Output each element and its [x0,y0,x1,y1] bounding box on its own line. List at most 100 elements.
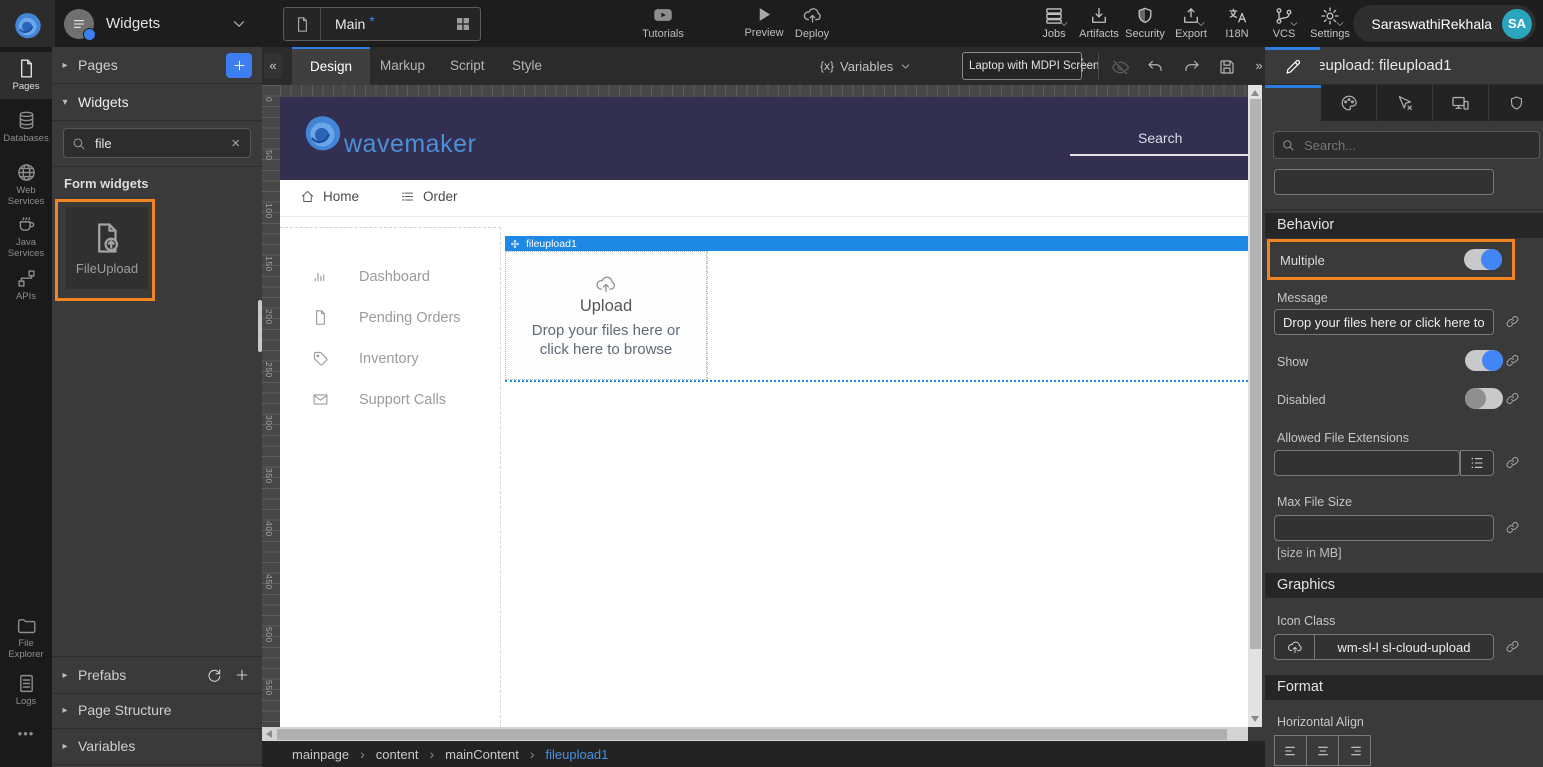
pages-icon [16,58,37,79]
scroll-left-arrow[interactable] [266,730,272,738]
menu-item-inventory[interactable]: Inventory [312,350,419,367]
pages-section-header[interactable]: ▸ Pages [52,47,262,84]
bind-icon-class-icon[interactable] [1505,639,1520,654]
tab-style[interactable]: Style [494,47,560,85]
tab-script[interactable]: Script [432,47,503,85]
menu-item-dashboard[interactable]: Dashboard [312,268,430,285]
variables-button[interactable]: {x} Variables [820,47,912,85]
tab-security[interactable] [1489,85,1543,121]
save-button[interactable] [1214,54,1240,80]
widget-search-input[interactable] [93,135,221,152]
icon-class-input[interactable] [1314,634,1494,660]
tab-properties[interactable] [1265,47,1320,83]
bind-max-size-icon[interactable] [1505,520,1520,535]
redo-button[interactable] [1179,54,1205,80]
export-button[interactable]: Export [1165,6,1217,40]
brand-text: wavemaker [344,130,476,159]
variables-section-header[interactable]: ▸ Variables [52,728,262,765]
breadcrumb-item-active[interactable]: fileupload1 [546,747,609,762]
user-menu[interactable]: SaraswathiRekhala SA [1353,5,1536,42]
canvas-vertical-scrollbar[interactable] [1248,85,1262,727]
breadcrumb-item[interactable]: content [376,747,419,762]
tab-devices[interactable] [1433,85,1488,121]
message-input[interactable] [1274,309,1494,335]
rail-item-databases[interactable]: Databases [0,104,52,151]
scroll-up-arrow[interactable] [1251,90,1259,96]
tab-markup[interactable]: Markup [362,47,443,85]
allowed-extensions-input[interactable] [1274,450,1460,476]
more-options-kebab[interactable]: ⋮ [1074,51,1090,81]
deploy-button[interactable]: Deploy [782,5,842,40]
rail-item-apis[interactable]: APIs [0,262,52,309]
scrollbar-thumb[interactable] [277,729,1227,740]
scroll-down-arrow[interactable] [1251,716,1259,722]
canvas-nav-home[interactable]: Home [300,189,359,204]
canvas-nav-search[interactable]: Search [1138,130,1182,146]
refresh-prefabs-icon[interactable] [206,667,222,683]
artifacts-button[interactable]: Artifacts [1073,6,1125,40]
widgets-menu[interactable]: Widgets [64,0,248,47]
show-toggle[interactable] [1465,350,1503,371]
widgets-section-header[interactable]: ▾ Widgets [52,84,262,121]
bind-message-icon[interactable] [1505,314,1520,329]
fileupload-dropzone[interactable]: Upload Drop your files here or click her… [505,251,707,380]
pages-grid-button[interactable] [446,8,480,40]
i18n-button[interactable]: I18N [1211,6,1263,40]
canvas-horizontal-scrollbar[interactable] [262,727,1248,741]
scrollbar-thumb[interactable] [1250,99,1261,649]
clear-search-icon[interactable]: × [221,135,250,152]
dashboard-icon [312,268,329,285]
tutorials-button[interactable]: Tutorials [633,5,693,40]
tab-design[interactable]: Design [292,47,370,87]
page-structure-section-header[interactable]: ▸ Page Structure [52,692,262,729]
undo-button[interactable] [1142,54,1168,80]
bind-extensions-icon[interactable] [1505,455,1520,470]
tab-styles[interactable] [1321,85,1376,121]
rail-item-logs[interactable]: Logs [0,667,52,714]
widget-tile-fileupload[interactable]: FileUpload [66,207,148,289]
settings-button[interactable]: Settings [1304,6,1356,40]
bind-disabled-icon[interactable] [1505,391,1520,406]
design-canvas[interactable]: wavemaker Search Home Order Dashboard Pe… [280,97,1248,727]
align-center-button[interactable] [1307,735,1339,766]
page-tab-main[interactable]: Main * [283,7,481,41]
extensions-list-button[interactable] [1460,450,1494,476]
bind-show-icon[interactable] [1505,353,1520,368]
breadcrumb-item[interactable]: mainContent [445,747,519,762]
security-button[interactable]: Security [1119,6,1171,40]
property-search-input[interactable] [1302,137,1539,154]
rail-more-button[interactable]: ••• [0,723,52,746]
allowed-extensions-label: Allowed File Extensions [1277,431,1409,445]
canvas-nav-order[interactable]: Order [400,189,458,204]
selected-widget-label-bar[interactable]: fileupload1 [505,236,1248,251]
add-prefab-icon[interactable] [234,667,250,683]
tab-events[interactable] [1377,85,1432,121]
rail-item-file-explorer[interactable]: FileExplorer [0,609,52,666]
wavemaker-logo[interactable] [0,0,55,47]
vcs-button[interactable]: VCS [1258,6,1310,40]
breadcrumb-separator: › [519,746,546,762]
collapse-left-panel-button[interactable]: « [264,53,282,79]
add-page-button[interactable] [226,53,252,78]
max-file-size-input[interactable] [1274,515,1494,541]
device-select[interactable]: Laptop with MDPI Screen [962,52,1082,80]
align-right-button[interactable] [1339,735,1371,766]
breadcrumb-item[interactable]: mainpage [292,747,349,762]
rail-item-web-services[interactable]: WebServices [0,156,52,213]
translate-icon [1227,6,1248,26]
breadcrumb-separator: › [349,746,376,762]
prefabs-section-header[interactable]: ▸ Prefabs [52,656,262,694]
rail-item-java-services[interactable]: JavaServices [0,208,52,265]
multiple-toggle[interactable] [1464,249,1502,270]
disabled-toggle[interactable] [1465,388,1503,409]
menu-item-support-calls[interactable]: Support Calls [312,391,446,408]
drop-message-line2: click here to browse [540,341,673,358]
max-file-size-label: Max File Size [1277,495,1352,509]
toggle-visibility-button[interactable] [1107,54,1133,80]
folder-icon [16,615,37,636]
property-name-input[interactable] [1274,169,1494,195]
widget-search: × [63,128,251,158]
align-left-button[interactable] [1274,735,1307,766]
menu-item-pending-orders[interactable]: Pending Orders [312,309,461,326]
rail-item-pages[interactable]: Pages [0,52,52,99]
